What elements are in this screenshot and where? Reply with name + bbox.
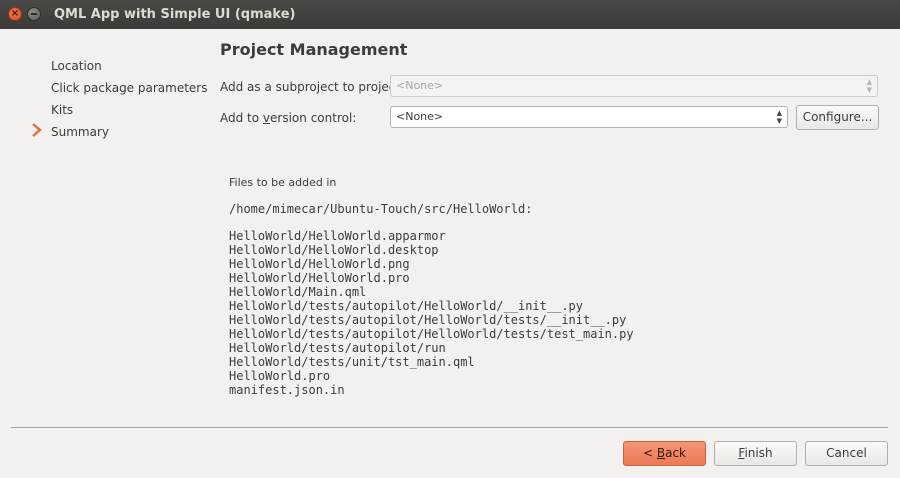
sidebar-item-summary: Summary <box>51 125 109 139</box>
footer-divider <box>11 427 888 428</box>
target-directory: /home/mimecar/Ubuntu-Touch/src/HelloWorl… <box>229 202 533 216</box>
version-control-combo-value: <None> <box>396 110 444 123</box>
back-button[interactable]: < Back <box>623 441 706 466</box>
files-caption: Files to be added in <box>229 176 337 189</box>
wizard-sidebar: Location Click package parameters Kits S… <box>0 29 210 169</box>
configure-button[interactable]: Configure... <box>796 105 879 130</box>
list-item: HelloWorld/tests/autopilot/HelloWorld/te… <box>229 327 634 341</box>
version-control-label: Add to version control: <box>220 111 357 125</box>
finish-button[interactable]: Finish <box>714 441 797 466</box>
list-item: manifest.json.in <box>229 383 345 397</box>
list-item: HelloWorld.pro <box>229 369 331 383</box>
subproject-label: Add as a subproject to project: <box>220 80 405 94</box>
minimize-window-button[interactable] <box>27 7 41 21</box>
sidebar-item-click-package-parameters: Click package parameters <box>51 81 208 95</box>
sidebar-item-kits: Kits <box>51 103 74 117</box>
list-item: HelloWorld/tests/autopilot/HelloWorld/__… <box>229 299 584 313</box>
list-item: HelloWorld/tests/autopilot/run <box>229 341 446 355</box>
close-icon: × <box>10 8 20 19</box>
list-item: HelloWorld/tests/unit/tst_main.qml <box>229 355 475 369</box>
list-item: HelloWorld/HelloWorld.png <box>229 257 410 271</box>
title-bar: × QML App with Simple UI (qmake) <box>0 0 900 29</box>
list-item: HelloWorld/Main.qml <box>229 285 367 299</box>
list-item: HelloWorld/HelloWorld.apparmor <box>229 229 446 243</box>
list-item: HelloWorld/tests/autopilot/HelloWorld/te… <box>229 313 627 327</box>
combo-arrows-icon: ▲ ▼ <box>776 109 782 125</box>
page-title: Project Management <box>220 40 408 59</box>
list-item: HelloWorld/HelloWorld.pro <box>229 271 410 285</box>
chevron-right-icon <box>32 123 42 137</box>
sidebar-item-location: Location <box>51 59 102 73</box>
close-window-button[interactable]: × <box>8 7 22 21</box>
combo-arrows-icon: ▲ ▼ <box>866 78 872 94</box>
subproject-combo: <None> ▲ ▼ <box>390 75 878 97</box>
subproject-combo-value: <None> <box>396 79 444 92</box>
list-item: HelloWorld/HelloWorld.desktop <box>229 243 439 257</box>
cancel-button[interactable]: Cancel <box>805 441 888 466</box>
file-list: HelloWorld/HelloWorld.apparmor HelloWorl… <box>229 229 634 397</box>
version-control-combo[interactable]: <None> ▲ ▼ <box>390 106 788 128</box>
window-title: QML App with Simple UI (qmake) <box>54 7 296 22</box>
